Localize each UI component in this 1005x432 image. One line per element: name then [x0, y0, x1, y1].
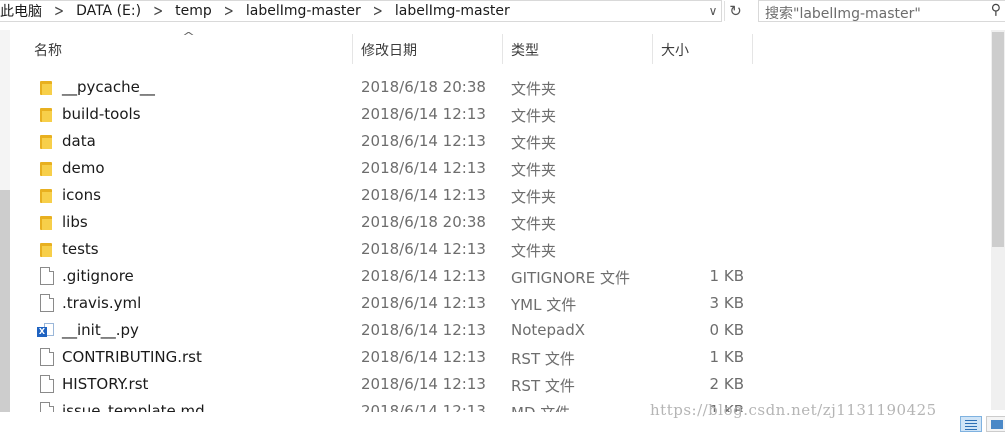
navigation-pane-scroll-thumb[interactable]	[0, 190, 10, 412]
list-item[interactable]: CONTRIBUTING.rst 2018/6/14 12:13 RST 文件 1 K…	[36, 344, 996, 371]
breadcrumb-temp[interactable]: temp	[171, 3, 216, 19]
breadcrumb[interactable]: 此电脑 > DATA (E:) > temp > labelImg-master…	[0, 0, 722, 22]
column-header-date[interactable]: 修改日期	[353, 34, 503, 64]
file-type: 文件夹	[511, 134, 557, 152]
list-item[interactable]: __pycache__ 2018/6/18 20:38 文件夹	[36, 74, 996, 101]
watermark: https://blog.csdn.net/zj1131190425	[650, 401, 937, 419]
file-type: 文件夹	[511, 107, 557, 125]
address-history-dropdown-icon[interactable]: ∨	[704, 1, 722, 21]
file-name: .gitignore	[62, 267, 134, 285]
folder-icon	[40, 105, 54, 123]
file-name: data	[62, 132, 96, 150]
file-icon	[40, 402, 54, 412]
column-header-size[interactable]: 大小	[653, 34, 753, 64]
file-name: CONTRIBUTING.rst	[62, 348, 202, 366]
file-type: MD 文件	[511, 402, 570, 412]
file-list-scrollbar[interactable]	[991, 30, 1005, 410]
navigation-pane-scrollbar[interactable]	[0, 30, 10, 412]
details-view-icon[interactable]	[960, 416, 982, 432]
file-name: demo	[62, 159, 105, 177]
file-date: 2018/6/14 12:13	[361, 186, 486, 204]
file-name: icons	[62, 186, 101, 204]
list-item[interactable]: libs 2018/6/18 20:38 文件夹	[36, 209, 996, 236]
file-date: 2018/6/14 12:13	[361, 240, 486, 258]
file-date: 2018/6/14 12:13	[361, 132, 486, 150]
chevron-right-icon[interactable]: >	[145, 2, 171, 20]
file-type: 文件夹	[511, 188, 557, 206]
breadcrumb-drive[interactable]: DATA (E:)	[72, 3, 145, 19]
file-icon	[40, 375, 54, 393]
file-size: 2 KB	[709, 375, 744, 393]
folder-icon	[40, 213, 54, 231]
file-name: .travis.yml	[62, 294, 142, 312]
folder-icon	[40, 132, 54, 150]
file-size: 0 KB	[709, 321, 744, 339]
file-name: libs	[62, 213, 88, 231]
file-date: 2018/6/14 12:13	[361, 402, 486, 412]
file-list: __pycache__ 2018/6/18 20:38 文件夹 build-tools…	[36, 74, 996, 412]
file-type: 文件夹	[511, 242, 557, 260]
file-icon	[40, 348, 54, 366]
breadcrumb-this-pc[interactable]: 此电脑	[0, 1, 46, 21]
file-type: 文件夹	[511, 161, 557, 179]
list-item[interactable]: build-tools 2018/6/14 12:13 文件夹	[36, 101, 996, 128]
list-item[interactable]: data 2018/6/14 12:13 文件夹	[36, 128, 996, 155]
folder-icon	[40, 78, 54, 96]
file-name: issue_template.md	[62, 402, 205, 412]
column-headers: 名称 修改日期 类型 大小	[20, 34, 1000, 64]
file-date: 2018/6/14 12:13	[361, 348, 486, 366]
list-item[interactable]: tests 2018/6/14 12:13 文件夹	[36, 236, 996, 263]
file-name: HISTORY.rst	[62, 375, 149, 393]
file-type: GITIGNORE 文件	[511, 269, 630, 287]
file-name: __pycache__	[62, 78, 155, 96]
breadcrumb-labelimg-parent[interactable]: labelImg-master	[242, 3, 365, 19]
file-size: 1 KB	[709, 267, 744, 285]
file-name: tests	[62, 240, 99, 258]
file-type: RST 文件	[511, 350, 575, 368]
large-icons-view-icon[interactable]	[986, 416, 1005, 432]
chevron-right-icon[interactable]: >	[365, 2, 391, 20]
file-type: RST 文件	[511, 377, 575, 395]
file-type: 文件夹	[511, 215, 557, 233]
file-icon	[40, 294, 54, 312]
file-list-scroll-thumb[interactable]	[992, 32, 1004, 247]
list-item[interactable]: icons 2018/6/14 12:13 文件夹	[36, 182, 996, 209]
breadcrumb-labelimg-current[interactable]: labelImg-master	[391, 3, 514, 19]
file-icon	[40, 267, 54, 285]
chevron-right-icon[interactable]: >	[216, 2, 242, 20]
file-type: 文件夹	[511, 80, 557, 98]
folder-icon	[40, 186, 54, 204]
search-input[interactable]: 搜索"labelImg-master" ⚲	[758, 0, 1005, 22]
list-item[interactable]: demo 2018/6/14 12:13 文件夹	[36, 155, 996, 182]
file-date: 2018/6/14 12:13	[361, 375, 486, 393]
file-date: 2018/6/14 12:13	[361, 105, 486, 123]
file-size: 3 KB	[709, 294, 744, 312]
file-date: 2018/6/14 12:13	[361, 294, 486, 312]
notepadx-icon: X	[37, 321, 54, 339]
search-placeholder: 搜索"labelImg-master"	[765, 6, 921, 22]
file-type: YML 文件	[511, 296, 577, 314]
file-name: build-tools	[62, 105, 141, 123]
file-date: 2018/6/14 12:13	[361, 321, 486, 339]
folder-icon	[40, 159, 54, 177]
refresh-icon[interactable]: ↻	[724, 1, 746, 21]
chevron-right-icon[interactable]: >	[46, 2, 72, 20]
file-size: 1 KB	[709, 348, 744, 366]
file-date: 2018/6/14 12:13	[361, 267, 486, 285]
search-icon[interactable]: ⚲	[991, 2, 1001, 18]
sort-ascending-icon: ^	[182, 30, 196, 43]
file-name: __init__.py	[62, 321, 139, 339]
file-date: 2018/6/18 20:38	[361, 78, 486, 96]
address-bar: 此电脑 > DATA (E:) > temp > labelImg-master…	[0, 0, 1005, 22]
file-type: NotepadX	[511, 321, 586, 339]
folder-icon	[40, 240, 54, 258]
list-item[interactable]: .travis.yml 2018/6/14 12:13 YML 文件 3 KB	[36, 290, 996, 317]
file-date: 2018/6/14 12:13	[361, 159, 486, 177]
list-item[interactable]: .gitignore 2018/6/14 12:13 GITIGNORE 文件 1 K…	[36, 263, 996, 290]
file-date: 2018/6/18 20:38	[361, 213, 486, 231]
list-item[interactable]: HISTORY.rst 2018/6/14 12:13 RST 文件 2 KB	[36, 371, 996, 398]
list-item[interactable]: X __init__.py 2018/6/14 12:13 NotepadX 0 KB	[36, 317, 996, 344]
column-header-type[interactable]: 类型	[503, 34, 653, 64]
